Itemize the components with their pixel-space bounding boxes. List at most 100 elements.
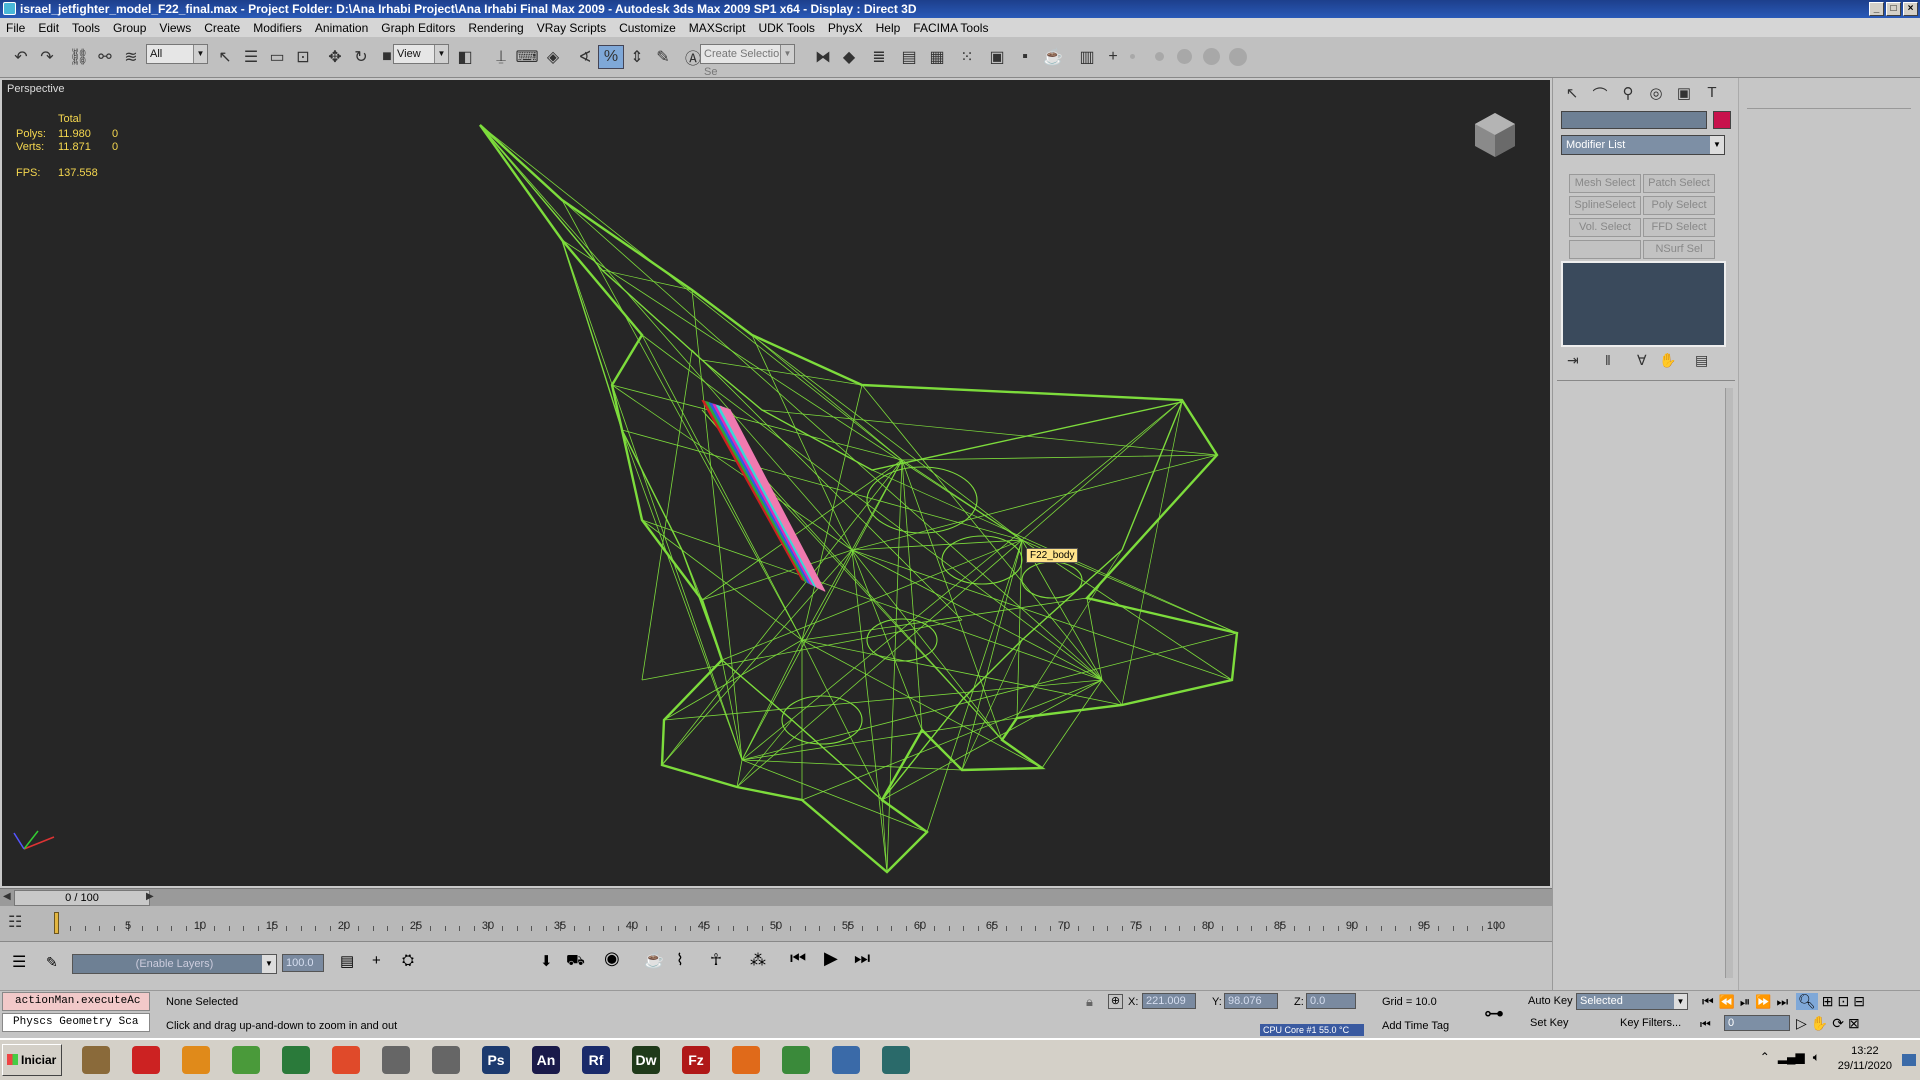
save-layer-icon[interactable]: ⬇: [540, 952, 553, 970]
maximize-viewport-icon[interactable]: ⊠: [1848, 1015, 1860, 1032]
modifier-stack[interactable]: [1561, 261, 1726, 347]
network-icon[interactable]: ▂▄▆: [1778, 1050, 1805, 1065]
fov-icon[interactable]: ▷: [1796, 1015, 1807, 1032]
spinner-snap-icon[interactable]: ⇕: [624, 45, 650, 69]
set-key-button[interactable]: Set Key: [1530, 1017, 1569, 1029]
align-icon[interactable]: ◆: [836, 45, 862, 69]
play-icon[interactable]: ▶: [824, 948, 838, 969]
track-bar-menu-icon[interactable]: ☷: [8, 912, 22, 932]
material-editor-icon[interactable]: ⁙: [954, 45, 980, 69]
lock-selection-icon[interactable]: 🔒︎: [1086, 994, 1093, 1010]
zoom-icon[interactable]: 🔍︎: [1796, 993, 1818, 1010]
close-button[interactable]: ×: [1903, 2, 1918, 16]
window-crossing-icon[interactable]: ⊡: [290, 45, 316, 69]
layer-manager-icon[interactable]: ≣: [866, 45, 892, 69]
taskbar-app-0[interactable]: [76, 1044, 116, 1076]
modifier-button-patch-select[interactable]: Patch Select: [1643, 174, 1715, 193]
snaps-toggle-icon[interactable]: ◈: [540, 45, 566, 69]
y-coord-field[interactable]: 98.076: [1224, 993, 1278, 1009]
key-mode-dropdown[interactable]: Selected ▼: [1576, 993, 1688, 1010]
select-object-icon[interactable]: ↖: [212, 45, 238, 69]
modifier-button-poly-select[interactable]: Poly Select: [1643, 196, 1715, 215]
menu-udk-tools[interactable]: UDK Tools: [758, 21, 814, 35]
make-unique-icon[interactable]: ∀: [1637, 352, 1647, 369]
volume-icon[interactable]: 🔈︎: [1813, 1050, 1820, 1065]
menu-views[interactable]: Views: [159, 21, 191, 35]
create-tab-icon[interactable]: ↖: [1561, 84, 1583, 104]
taskbar-app-11[interactable]: Dw: [626, 1044, 666, 1076]
prev-frame-icon[interactable]: ⏪: [1719, 994, 1735, 1010]
menu-edit[interactable]: Edit: [38, 21, 59, 35]
go-to-start-icon[interactable]: ⏮: [790, 948, 806, 969]
auto-key-button[interactable]: Auto Key: [1528, 995, 1573, 1007]
taskbar-app-9[interactable]: An: [526, 1044, 566, 1076]
tray-clock[interactable]: 13:22 29/11/2020: [1838, 1044, 1892, 1074]
physx-icon[interactable]: ◉: [604, 948, 620, 969]
undo-icon[interactable]: ↶: [8, 45, 34, 69]
current-frame-field[interactable]: 0: [1724, 1015, 1790, 1031]
taskbar-app-7[interactable]: [426, 1044, 466, 1076]
go-to-end-icon[interactable]: ⏭: [854, 948, 870, 969]
absolute-mode-icon[interactable]: ⊕: [1108, 994, 1123, 1009]
configure-modifier-sets-icon[interactable]: ▤: [1695, 352, 1708, 369]
time-slider-thumb[interactable]: 0 / 100: [14, 890, 150, 906]
mirror-icon[interactable]: ⧓: [810, 45, 836, 69]
menu-file[interactable]: File: [6, 21, 25, 35]
z-coord-field[interactable]: 0.0: [1306, 993, 1356, 1009]
menu-create[interactable]: Create: [204, 21, 240, 35]
menu-modifiers[interactable]: Modifiers: [253, 21, 302, 35]
layer-stack-icon[interactable]: ⛟: [566, 952, 585, 971]
modifier-button-mesh-select[interactable]: Mesh Select: [1569, 174, 1641, 193]
object-color-swatch[interactable]: [1713, 111, 1731, 129]
maxscript-listener-line[interactable]: actionMan.executeAc: [2, 992, 150, 1011]
select-by-name-icon[interactable]: ☰: [238, 45, 264, 69]
move-icon[interactable]: ✥: [322, 45, 348, 69]
angle-snap-icon[interactable]: ∢: [572, 45, 598, 69]
modifier-button-splineselect[interactable]: SplineSelect: [1569, 196, 1641, 215]
fluid-icon[interactable]: ⁂: [750, 950, 766, 970]
layer-select-icon[interactable]: ✎: [46, 954, 58, 971]
taskbar-app-14[interactable]: [776, 1044, 816, 1076]
display-tab-icon[interactable]: ▣: [1673, 84, 1695, 104]
zoom-all-icon[interactable]: ⊞: [1822, 993, 1834, 1010]
maximize-button[interactable]: □: [1886, 2, 1901, 16]
taskbar-app-5[interactable]: [326, 1044, 366, 1076]
taskbar-app-6[interactable]: [376, 1044, 416, 1076]
dot-small-icon[interactable]: [1130, 54, 1135, 59]
maxscript-listener-line-2[interactable]: Physcs Geometry Sca: [2, 1013, 150, 1032]
show-desktop-icon[interactable]: [1902, 1054, 1916, 1066]
menu-customize[interactable]: Customize: [619, 21, 676, 35]
unlink-icon[interactable]: ⚯: [92, 45, 118, 69]
layer-dropdown[interactable]: (Enable Layers) ▼: [72, 954, 277, 974]
rendered-frame-icon[interactable]: ▪: [1012, 45, 1038, 69]
layer-props-icon[interactable]: ▤: [340, 952, 354, 970]
dot-large-icon[interactable]: [1177, 49, 1192, 64]
add-layer-icon[interactable]: +: [372, 952, 381, 969]
object-name-field[interactable]: [1561, 111, 1707, 129]
show-end-result-icon[interactable]: ‖: [1605, 352, 1611, 368]
taskbar-app-2[interactable]: [176, 1044, 216, 1076]
cloth-icon[interactable]: ⌇: [676, 950, 684, 970]
ragdoll-icon[interactable]: ☥: [710, 950, 722, 970]
selection-filter-dropdown[interactable]: All ▼: [146, 44, 208, 64]
next-frame-icon[interactable]: ⏩: [1755, 994, 1771, 1010]
taskbar-app-12[interactable]: Fz: [676, 1044, 716, 1076]
viewcube-icon[interactable]: [1472, 110, 1518, 160]
modifier-button-nsurf-sel[interactable]: NSurf Sel: [1643, 240, 1715, 259]
edit-named-selection-icon[interactable]: ✎: [650, 45, 676, 69]
playhead[interactable]: [54, 912, 59, 934]
remove-modifier-icon[interactable]: ✋: [1659, 352, 1676, 369]
menu-animation[interactable]: Animation: [315, 21, 368, 35]
modifier-button-empty[interactable]: [1569, 240, 1641, 259]
rect-selection-icon[interactable]: ▭: [264, 45, 290, 69]
key-mode-toggle-icon[interactable]: ⏮: [1700, 1017, 1711, 1032]
layers-icon[interactable]: ☰: [12, 952, 26, 972]
utilities-tab-icon[interactable]: T: [1701, 84, 1723, 104]
taskbar-app-16[interactable]: [876, 1044, 916, 1076]
dot-xxlarge-icon[interactable]: [1229, 48, 1247, 66]
taskbar-app-10[interactable]: Rf: [576, 1044, 616, 1076]
first-frame-icon[interactable]: ⏮: [1702, 994, 1714, 1010]
script-icon[interactable]: ▥: [1074, 45, 1100, 69]
teapot-icon[interactable]: ☕: [644, 950, 664, 970]
keyboard-shortcut-icon[interactable]: ⌨: [514, 45, 540, 69]
